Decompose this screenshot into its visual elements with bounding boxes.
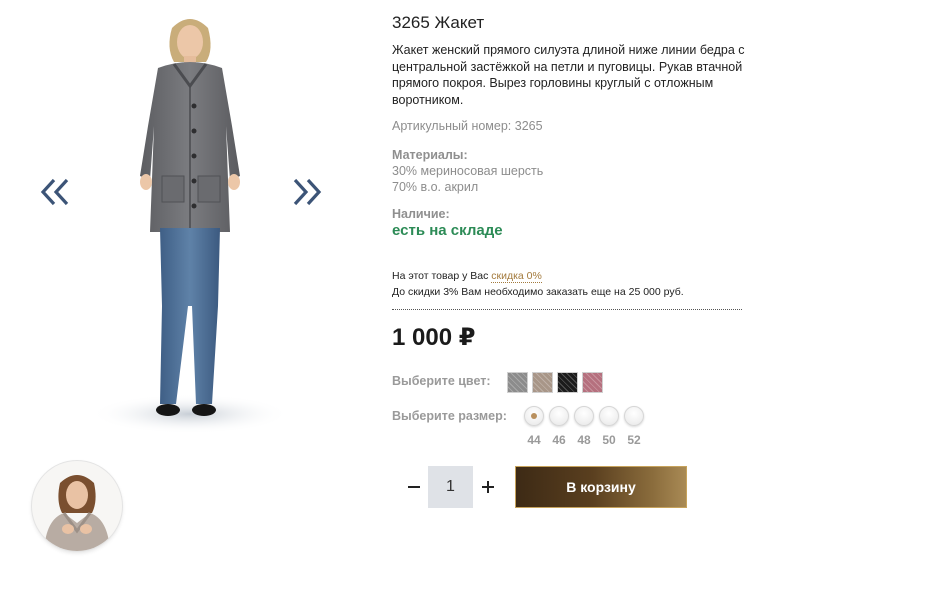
divider bbox=[392, 309, 742, 310]
gallery-prev-button[interactable] bbox=[38, 174, 72, 210]
availability-label: Наличие: bbox=[392, 207, 450, 221]
size-option-52[interactable]: 52 bbox=[624, 406, 644, 447]
gallery-thumbnail[interactable] bbox=[32, 461, 122, 551]
size-value: 50 bbox=[602, 433, 616, 447]
color-swatch-beige[interactable] bbox=[532, 372, 553, 393]
size-option-44[interactable]: 44 bbox=[524, 406, 544, 447]
product-description: Жакет женский прямого силуэта длиной ниж… bbox=[392, 43, 745, 107]
size-value: 44 bbox=[527, 433, 541, 447]
size-option-46[interactable]: 46 bbox=[549, 406, 569, 447]
color-swatch-black[interactable] bbox=[557, 372, 578, 393]
article-number: Артикульный номер: 3265 bbox=[392, 119, 543, 133]
minus-icon bbox=[408, 486, 420, 488]
quantity-input[interactable] bbox=[428, 466, 473, 508]
color-swatch-gray[interactable] bbox=[507, 372, 528, 393]
size-radio[interactable] bbox=[574, 406, 594, 426]
size-options: 44 46 48 50 52 bbox=[524, 406, 644, 447]
availability-status: есть на складе bbox=[392, 222, 503, 239]
material-item: 70% в.о. акрил bbox=[392, 180, 479, 194]
size-value: 48 bbox=[577, 433, 591, 447]
size-radio[interactable] bbox=[624, 406, 644, 426]
size-radio[interactable] bbox=[524, 406, 544, 426]
quantity-increase-button[interactable] bbox=[478, 477, 498, 497]
size-radio[interactable] bbox=[549, 406, 569, 426]
product-title: 3265 Жакет bbox=[392, 13, 485, 32]
double-chevron-left-icon bbox=[40, 178, 69, 206]
discount-info: На этот товар у Вас скидка 0% До скидки … bbox=[392, 268, 684, 300]
discount-next-level: До скидки 3% Вам необходимо заказать еще… bbox=[392, 286, 684, 298]
gallery-next-button[interactable] bbox=[290, 174, 324, 210]
size-radio[interactable] bbox=[599, 406, 619, 426]
materials-block: Материалы: 30% мериносовая шерсть 70% в.… bbox=[392, 147, 543, 195]
size-option-48[interactable]: 48 bbox=[574, 406, 594, 447]
color-swatches bbox=[507, 372, 603, 393]
size-value: 52 bbox=[627, 433, 641, 447]
main-product-image bbox=[80, 6, 300, 446]
material-item: 30% мериносовая шерсть bbox=[392, 164, 544, 178]
double-chevron-right-icon bbox=[293, 178, 322, 206]
color-label: Выберите цвет: bbox=[392, 374, 491, 388]
size-option-50[interactable]: 50 bbox=[599, 406, 619, 447]
size-value: 46 bbox=[552, 433, 566, 447]
discount-prefix: На этот товар у Вас bbox=[392, 270, 489, 282]
add-to-cart-button[interactable]: В корзину bbox=[515, 466, 687, 508]
discount-link[interactable]: скидка 0% bbox=[491, 270, 542, 283]
size-label: Выберите размер: bbox=[392, 409, 507, 423]
product-price: 1 000 ₽ bbox=[392, 324, 476, 351]
quantity-decrease-button[interactable] bbox=[404, 477, 424, 497]
materials-label: Материалы: bbox=[392, 148, 468, 162]
color-swatch-pink[interactable] bbox=[582, 372, 603, 393]
plus-icon bbox=[482, 481, 494, 493]
